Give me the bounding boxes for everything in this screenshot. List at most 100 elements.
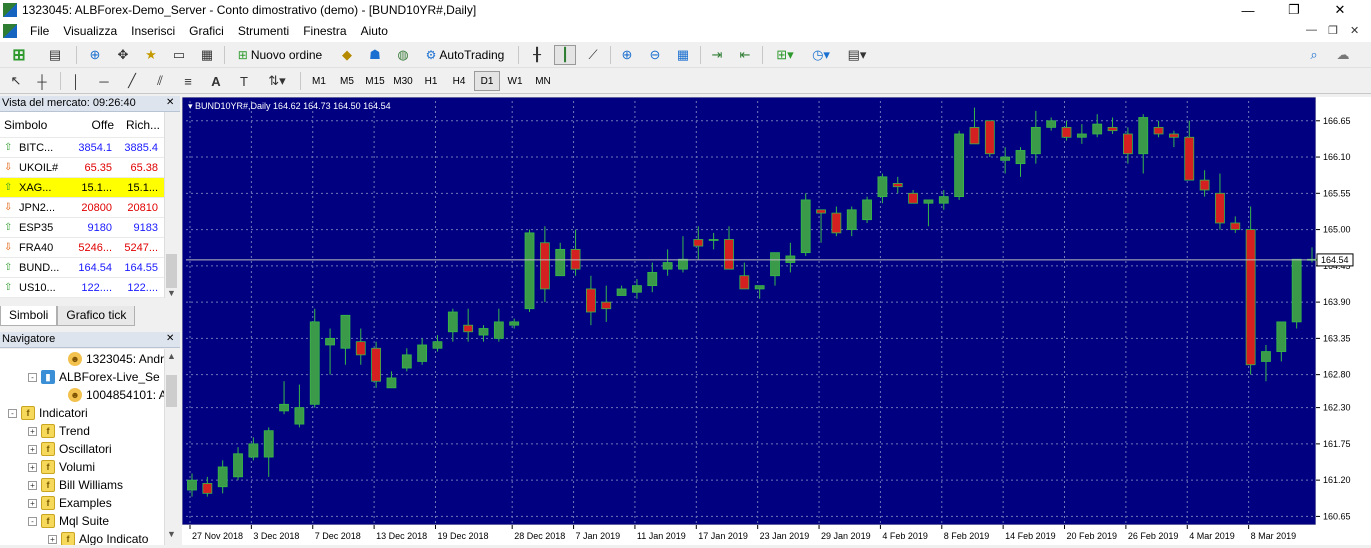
timeframe-w1[interactable]: W1 (502, 71, 528, 91)
close-button[interactable]: ✕ (1317, 0, 1363, 20)
templates-icon[interactable]: ▤▾ (842, 45, 872, 65)
strategy-tester-icon[interactable]: ▦ (196, 45, 218, 65)
timeframe-m30[interactable]: M30 (390, 71, 416, 91)
expand-icon[interactable]: + (48, 534, 57, 544)
timeframe-m15[interactable]: M15 (362, 71, 388, 91)
profiles-icon[interactable]: ▤ (40, 45, 70, 65)
zoom-in-icon[interactable]: ⊕ (616, 45, 638, 65)
navigator-item[interactable]: - f Mql Suite (28, 512, 109, 530)
minimize-button[interactable]: — (1225, 0, 1271, 20)
market-watch-row[interactable]: ⇩ JPN2... 20800 20810 (0, 198, 164, 218)
menu-help[interactable]: Aiuto (354, 24, 395, 38)
menu-tools[interactable]: Strumenti (231, 24, 296, 38)
expand-icon[interactable]: + (28, 480, 37, 490)
market-watch-close-icon[interactable]: ✕ (166, 97, 174, 108)
menu-view[interactable]: Visualizza (56, 24, 124, 38)
trendline-icon[interactable]: ╱ (122, 71, 142, 91)
navigator-icon[interactable]: ★ (140, 45, 162, 65)
navigator-item[interactable]: + f Oscillatori (28, 440, 112, 458)
data-window-icon[interactable]: ✥ (112, 45, 134, 65)
timeframe-h4[interactable]: H4 (446, 71, 472, 91)
candlestick-chart[interactable]: 160.65 161.20 161.75 162.30 162.80 163.35 163.… (181, 96, 1371, 545)
mdi-close-button[interactable]: ✕ (1350, 24, 1359, 37)
navigator-close-icon[interactable]: ✕ (166, 333, 174, 344)
menu-file[interactable]: File (23, 24, 56, 38)
navigator-item[interactable]: - ▮ ALBForex-Live_Se (28, 368, 160, 386)
market-watch-row[interactable]: ⇩ FRA40 5246... 5247... (0, 238, 164, 258)
timeframe-h1[interactable]: H1 (418, 71, 444, 91)
tab-symbols[interactable]: Simboli (0, 306, 58, 326)
search-icon[interactable]: ⌕ (1304, 45, 1324, 65)
tile-windows-icon[interactable]: ▦ (672, 45, 694, 65)
bar-chart-icon[interactable]: ╂ (526, 45, 548, 65)
market-watch-row[interactable]: ⇧ US10... 122.... 122.... (0, 278, 164, 298)
market-icon[interactable]: ◍ (392, 45, 414, 65)
fibonacci-icon[interactable]: ≡ (178, 71, 198, 91)
chart-window[interactable]: 160.65 161.20 161.75 162.30 162.80 163.35 163.… (181, 96, 1371, 545)
column-bid[interactable]: Offe (80, 112, 114, 138)
navigator-item[interactable]: + f Trend (28, 422, 90, 440)
text-label-icon[interactable]: T (234, 71, 254, 91)
cursor-icon[interactable]: ↖ (6, 71, 26, 91)
market-watch-row[interactable]: ⇩ UKOIL# 65.35 65.38 (0, 158, 164, 178)
arrows-icon[interactable]: ⇅▾ (262, 71, 292, 91)
collapse-icon[interactable]: - (28, 372, 37, 382)
navigator-item[interactable]: ☻ 1004854101: A (68, 386, 164, 404)
crosshair-icon[interactable]: ┼ (32, 71, 52, 91)
text-icon[interactable]: A (206, 71, 226, 91)
scroll-down-icon[interactable]: ▼ (167, 288, 176, 298)
line-chart-icon[interactable]: ⟋ (582, 45, 604, 65)
channel-icon[interactable]: ⫽ (150, 71, 170, 91)
market-watch-row[interactable]: ⇧ XAG... 15.1... 15.1... (0, 178, 164, 198)
navigator-item[interactable]: + f Volumi (28, 458, 95, 476)
terminal-icon[interactable]: ▭ (168, 45, 190, 65)
column-symbol[interactable]: Simbolo (4, 112, 64, 138)
new-order-button[interactable]: ⊞ Nuovo ordine (232, 45, 328, 65)
market-watch-icon[interactable]: ⊕ (84, 45, 106, 65)
horizontal-line-icon[interactable]: ─ (94, 71, 114, 91)
navigator-scroll-thumb[interactable] (166, 375, 177, 407)
collapse-icon[interactable]: - (8, 408, 17, 418)
navigator-item[interactable]: ☻ 1323045: Andr (68, 350, 164, 368)
navigator-scrollbar[interactable]: ▲ ▼ (164, 349, 178, 545)
expand-icon[interactable]: + (28, 444, 37, 454)
market-watch-row[interactable]: ⇧ BUND... 164.54 164.55 (0, 258, 164, 278)
mdi-restore-button[interactable]: ❐ (1328, 24, 1338, 37)
zoom-out-icon[interactable]: ⊖ (644, 45, 666, 65)
timeframe-m1[interactable]: M1 (306, 71, 332, 91)
mdi-minimize-button[interactable]: — (1306, 24, 1317, 36)
menu-charts[interactable]: Grafici (182, 24, 231, 38)
expand-icon[interactable]: + (28, 426, 37, 436)
expand-icon[interactable]: + (28, 498, 37, 508)
timeframe-d1[interactable]: D1 (474, 71, 500, 91)
tab-tick-chart[interactable]: Grafico tick (57, 306, 136, 326)
market-watch-row[interactable]: ⇧ ESP35 9180 9183 (0, 218, 164, 238)
vertical-line-icon[interactable]: │ (66, 71, 86, 91)
chart-collapse-icon[interactable]: ▾ (188, 101, 195, 111)
periods-icon[interactable]: ◷▾ (806, 45, 836, 65)
timeframe-m5[interactable]: M5 (334, 71, 360, 91)
market-watch-scroll-thumb[interactable] (166, 254, 177, 288)
indicators-icon[interactable]: ⊞▾ (770, 45, 800, 65)
signals-icon[interactable]: ☗ (364, 45, 386, 65)
chart-shift-icon[interactable]: ⇤ (734, 45, 756, 65)
chart-window-icon[interactable] (3, 24, 17, 38)
navigator-item[interactable]: + f Algo Indicato (48, 530, 148, 545)
market-watch-row[interactable]: ⇧ BITC... 3854.1 3885.4 (0, 138, 164, 158)
navigator-item[interactable]: - f Indicatori (8, 404, 88, 422)
autotrading-button[interactable]: ⚙ AutoTrading (418, 45, 512, 65)
chat-icon[interactable]: ☁ (1332, 45, 1354, 65)
metaeditor-icon[interactable]: ◆ (336, 45, 358, 65)
menu-insert[interactable]: Inserisci (124, 24, 182, 38)
timeframe-mn[interactable]: MN (530, 71, 556, 91)
new-chart-icon[interactable]: ⊞ (4, 45, 34, 65)
expand-icon[interactable]: + (28, 462, 37, 472)
maximize-button[interactable]: ❐ (1271, 0, 1317, 20)
collapse-icon[interactable]: - (28, 516, 37, 526)
scroll-down-icon[interactable]: ▼ (167, 529, 176, 539)
scroll-up-icon[interactable]: ▲ (167, 351, 176, 361)
menu-window[interactable]: Finestra (296, 24, 353, 38)
column-ask[interactable]: Rich... (120, 112, 160, 138)
candlestick-chart-icon[interactable]: ┃ (554, 45, 576, 65)
navigator-item[interactable]: + f Bill Williams (28, 476, 123, 494)
